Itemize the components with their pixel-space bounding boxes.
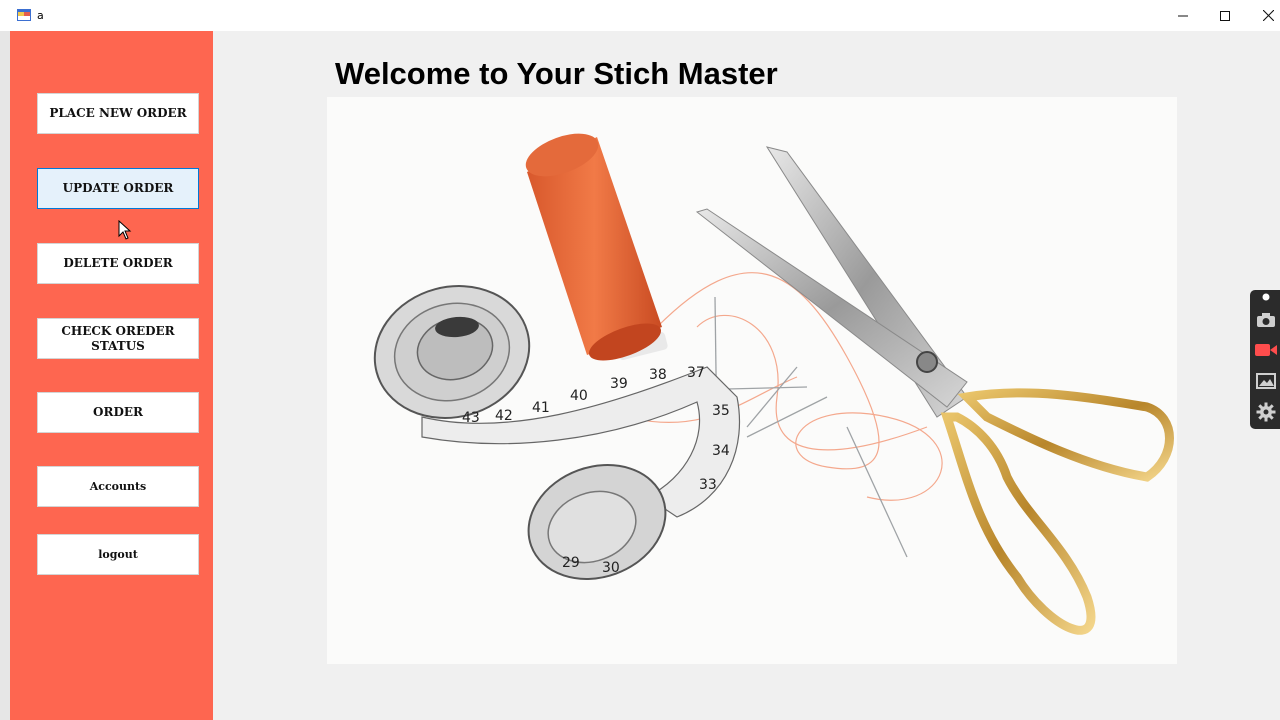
pin-button[interactable] xyxy=(1254,290,1278,304)
main-panel: Welcome to Your Stich Master 43 42 41 40… xyxy=(213,31,1280,720)
minimize-icon xyxy=(1178,15,1188,16)
tape-number: 37 xyxy=(687,365,705,381)
update-order-button[interactable]: UPDATE ORDER xyxy=(37,168,199,209)
accounts-button[interactable]: Accounts xyxy=(37,466,199,507)
tape-number: 41 xyxy=(532,400,550,416)
delete-order-button[interactable]: DELETE ORDER xyxy=(37,243,199,284)
camera-icon xyxy=(1257,313,1275,327)
settings-gear-icon xyxy=(1256,402,1276,422)
video-record-icon xyxy=(1255,344,1277,356)
gold-handled-scissors xyxy=(695,146,1174,635)
tape-number: 35 xyxy=(712,403,730,419)
tape-number: 38 xyxy=(649,367,667,383)
close-icon xyxy=(1262,10,1274,21)
logout-button[interactable]: logout xyxy=(37,534,199,575)
mouse-cursor-icon xyxy=(118,220,132,240)
minimize-button[interactable] xyxy=(1161,0,1205,31)
maximize-button[interactable] xyxy=(1203,0,1247,31)
tape-number: 40 xyxy=(570,388,588,404)
tape-number: 34 xyxy=(712,443,730,459)
tape-number: 43 xyxy=(462,410,480,426)
settings-button[interactable] xyxy=(1254,400,1278,424)
place-new-order-button[interactable]: PLACE NEW ORDER xyxy=(37,93,199,134)
maximize-icon xyxy=(1220,10,1230,21)
gallery-button[interactable] xyxy=(1254,369,1278,393)
pin-icon xyxy=(1262,293,1270,301)
sewing-tools-photo: 43 42 41 40 39 38 37 35 34 33 29 30 xyxy=(327,97,1177,664)
close-button[interactable] xyxy=(1246,0,1280,31)
tape-number: 39 xyxy=(610,376,628,392)
tape-number: 42 xyxy=(495,408,513,424)
welcome-heading: Welcome to Your Stich Master xyxy=(335,56,778,91)
app-icon xyxy=(17,9,31,21)
tape-number: 33 xyxy=(699,477,717,493)
capture-toolbar xyxy=(1250,290,1280,429)
tape-number: 29 xyxy=(562,555,580,571)
check-order-status-button[interactable]: CHECK OREDER STATUS xyxy=(37,318,199,359)
tape-measure: 43 42 41 40 39 38 37 35 34 33 29 30 xyxy=(373,285,741,580)
video-record-button[interactable] xyxy=(1254,338,1278,362)
order-button[interactable]: ORDER xyxy=(37,392,199,433)
window-title: a xyxy=(37,9,44,22)
gallery-icon xyxy=(1256,373,1276,389)
sidebar: PLACE NEW ORDER UPDATE ORDER DELETE ORDE… xyxy=(10,31,213,720)
window-left-edge xyxy=(0,31,10,720)
tape-number: 30 xyxy=(602,560,620,576)
window-titlebar: a xyxy=(0,0,1280,31)
camera-button[interactable] xyxy=(1254,308,1278,332)
orange-thread-spool xyxy=(525,133,668,361)
